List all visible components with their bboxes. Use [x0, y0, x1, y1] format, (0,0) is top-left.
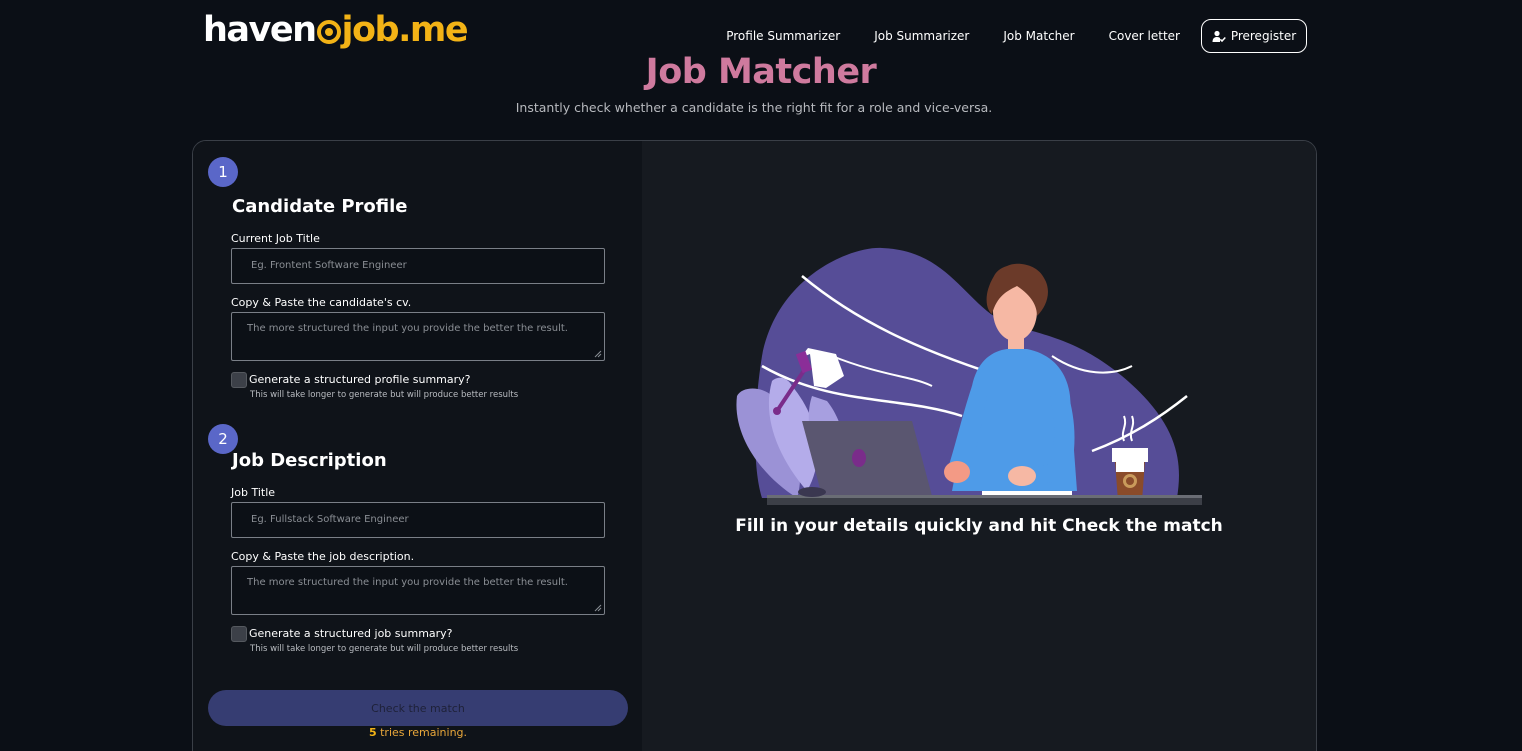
user-check-icon [1212, 30, 1226, 42]
logo-text-left: haven [203, 10, 317, 50]
check-match-button[interactable]: Check the match [208, 690, 628, 726]
form-panel: 1 Candidate Profile Current Job Title Eg… [193, 141, 642, 751]
candidate-cv-placeholder: The more structured the input you provid… [247, 323, 568, 334]
job-description-title: Job Description [232, 450, 387, 471]
page: haven job.me Profile Summarizer Job Summa… [0, 0, 1522, 751]
top-nav: Profile Summarizer Job Summarizer Job Ma… [726, 19, 1307, 53]
preregister-button[interactable]: Preregister [1201, 19, 1307, 53]
profile-summary-checkbox[interactable] [231, 372, 247, 388]
job-summary-checkbox[interactable] [231, 626, 247, 642]
current-job-title-input[interactable]: Eg. Frontent Software Engineer [231, 248, 605, 284]
page-title: Job Matcher [645, 52, 877, 92]
person-at-laptop-illustration [736, 247, 1202, 505]
tries-text: tries remaining. [376, 726, 468, 739]
resize-handle-icon[interactable] [594, 604, 602, 612]
job-title-label: Job Title [231, 486, 276, 499]
logo-text-right: job.me [341, 10, 469, 50]
brand-logo[interactable]: haven job.me [203, 8, 469, 52]
candidate-cv-label: Copy & Paste the candidate's cv. [231, 296, 412, 309]
nav-profile-summarizer[interactable]: Profile Summarizer [726, 29, 840, 43]
job-summary-hint: This will take longer to generate but wi… [250, 644, 519, 654]
resize-handle-icon[interactable] [594, 350, 602, 358]
job-title-input[interactable]: Eg. Fullstack Software Engineer [231, 502, 605, 538]
preregister-label: Preregister [1230, 29, 1297, 43]
job-description-textarea[interactable]: The more structured the input you provid… [231, 566, 605, 615]
profile-summary-hint: This will take longer to generate but wi… [250, 390, 519, 400]
illustration-caption: Fill in your details quickly and hit Che… [735, 516, 1223, 536]
tries-remaining: 5 tries remaining. [208, 726, 628, 739]
step-badge-1: 1 [208, 157, 238, 187]
job-description-placeholder: The more structured the input you provid… [247, 577, 568, 588]
candidate-profile-title: Candidate Profile [232, 196, 408, 217]
matcher-card: 1 Candidate Profile Current Job Title Eg… [192, 140, 1317, 751]
current-job-title-label: Current Job Title [231, 232, 320, 245]
page-subtitle: Instantly check whether a candidate is t… [515, 100, 993, 115]
tries-count: 5 [368, 726, 377, 739]
candidate-cv-textarea[interactable]: The more structured the input you provid… [231, 312, 605, 361]
nav-job-matcher[interactable]: Job Matcher [1003, 29, 1074, 43]
job-summary-label: Generate a structured job summary? [249, 627, 453, 640]
job-description-label: Copy & Paste the job description. [231, 550, 415, 563]
illustration-panel: Fill in your details quickly and hit Che… [642, 141, 1316, 751]
nav-cover-letter[interactable]: Cover letter [1109, 29, 1180, 43]
logo-ring-icon [316, 20, 341, 44]
profile-summary-label: Generate a structured profile summary? [249, 373, 471, 386]
nav-job-summarizer[interactable]: Job Summarizer [874, 29, 969, 43]
